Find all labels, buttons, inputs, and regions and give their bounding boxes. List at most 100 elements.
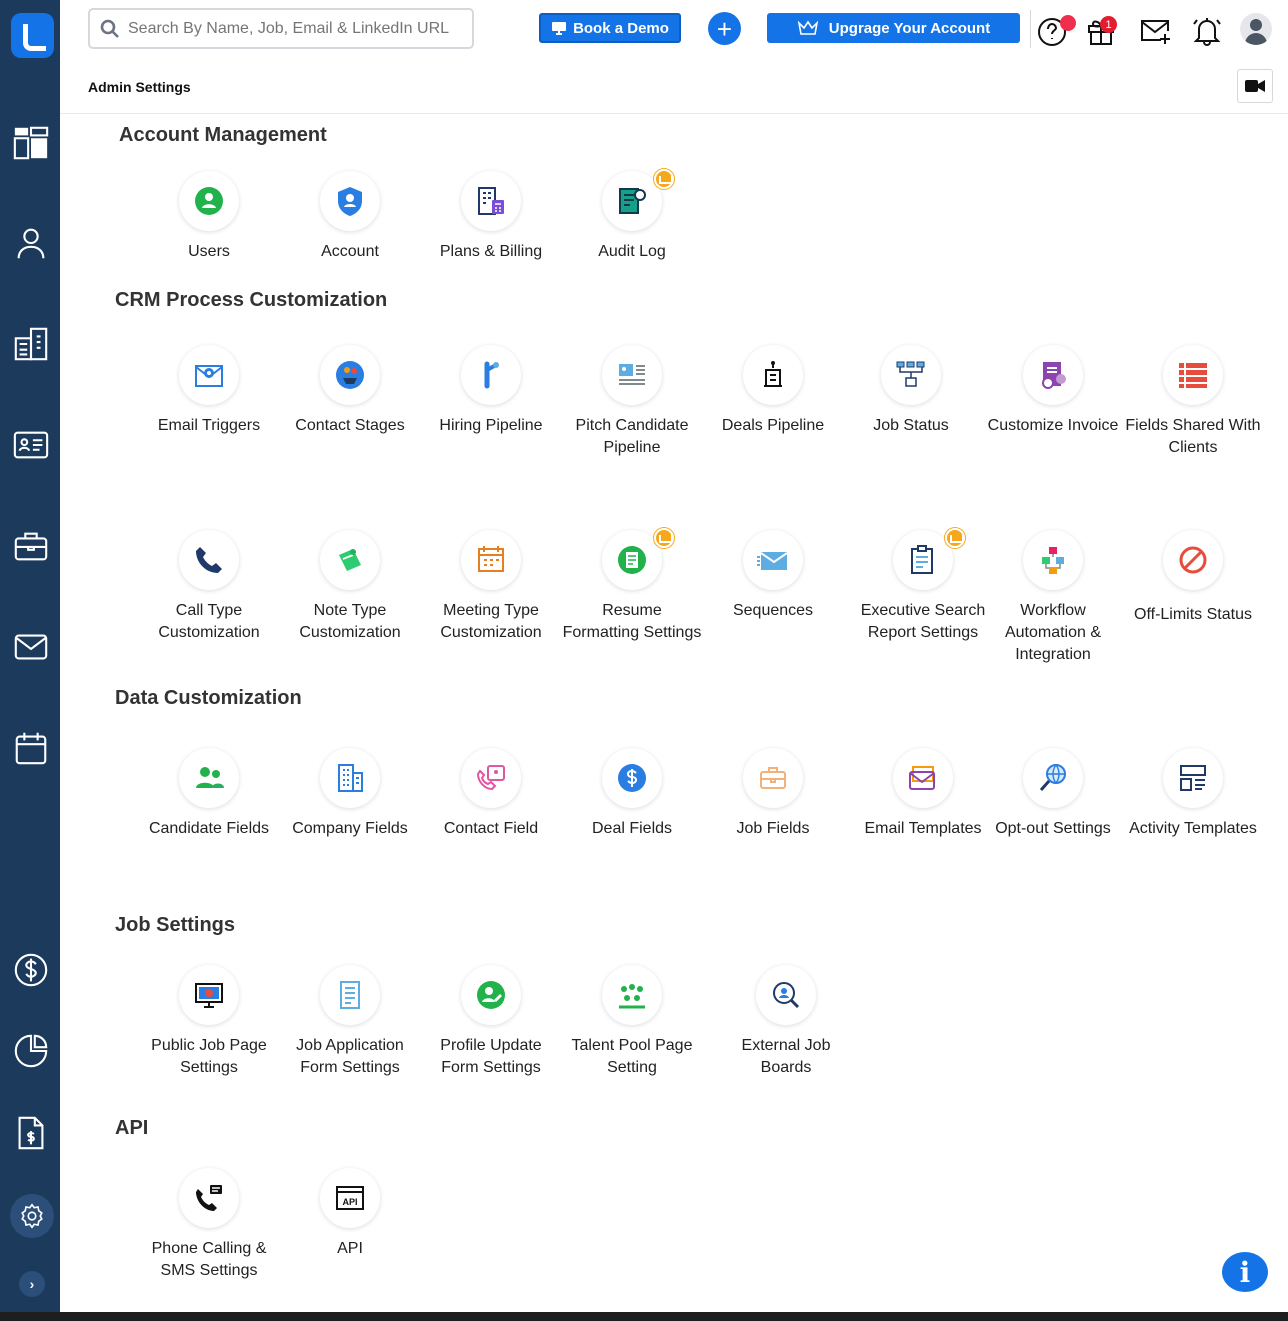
upgrade-label: Upgrage Your Account bbox=[828, 19, 991, 37]
tile-label: Phone Calling & SMS Settings bbox=[151, 1240, 267, 1279]
tile-pitch-candidate-pipeline[interactable]: Pitch Candidate Pipeline bbox=[562, 345, 702, 459]
tile-meeting-type-customization[interactable]: Meeting Type Customization bbox=[421, 530, 561, 644]
app-logo[interactable] bbox=[11, 13, 54, 58]
tile-label: Plans & Billing bbox=[439, 243, 543, 260]
tile-call-type-customization[interactable]: Call Type Customization bbox=[139, 530, 279, 644]
search-input[interactable] bbox=[128, 19, 458, 38]
tile-public-job-page-settings[interactable]: Public Job Page Settings bbox=[139, 965, 279, 1079]
compose-mail-icon[interactable] bbox=[1138, 13, 1172, 47]
contacts-icon[interactable] bbox=[10, 222, 52, 264]
tile-job-status[interactable]: Job Status bbox=[841, 345, 981, 437]
tile-label: Company Fields bbox=[292, 820, 408, 837]
tile-label: Email Triggers bbox=[157, 417, 261, 434]
sequence-mail-icon bbox=[757, 552, 788, 570]
video-button[interactable] bbox=[1237, 69, 1273, 103]
sequences-circle bbox=[743, 530, 803, 590]
presentation-icon bbox=[619, 364, 645, 385]
invoice-icon[interactable] bbox=[10, 1112, 52, 1154]
tile-sequences[interactable]: Sequences bbox=[703, 530, 843, 622]
tile-opt-out-settings[interactable]: Opt-out Settings bbox=[983, 748, 1123, 840]
tile-users[interactable]: Users bbox=[139, 171, 279, 263]
tile-fields-shared-with-clients[interactable]: Fields Shared With Clients bbox=[1123, 345, 1263, 459]
users-group-icon bbox=[196, 767, 224, 788]
tile-resume-formatting-settings[interactable]: Resume Formatting Settings bbox=[562, 528, 702, 644]
tile-label: Meeting Type Customization bbox=[440, 602, 542, 641]
tile-contact-stages[interactable]: Contact Stages bbox=[280, 345, 420, 437]
mail-icon[interactable] bbox=[10, 626, 52, 668]
tile-label: Audit Log bbox=[598, 243, 666, 260]
tile-label: External Job Boards bbox=[741, 1037, 831, 1076]
search-box[interactable] bbox=[88, 8, 474, 49]
tile-profile-update-form-settings[interactable]: Profile Update Form Settings bbox=[421, 965, 561, 1079]
tile-api[interactable]: API API bbox=[280, 1168, 420, 1260]
premium-crown-icon bbox=[654, 169, 674, 189]
email-triggers-circle bbox=[179, 345, 239, 405]
tile-phone-calling-sms-settings[interactable]: Phone Calling & SMS Settings bbox=[139, 1168, 279, 1282]
tile-email-templates[interactable]: Email Templates bbox=[853, 748, 993, 840]
tile-email-triggers[interactable]: Email Triggers bbox=[139, 345, 279, 437]
section-title-crm: CRM Process Customization bbox=[115, 289, 388, 311]
list-icon bbox=[1179, 363, 1207, 388]
topbar-divider bbox=[1030, 10, 1031, 48]
tile-external-job-boards[interactable]: External Job Boards bbox=[716, 965, 856, 1079]
tile-customize-invoice[interactable]: Customize Invoice bbox=[983, 345, 1123, 437]
tile-note-type-customization[interactable]: Note Type Customization bbox=[280, 530, 420, 644]
tile-contact-field[interactable]: Contact Field bbox=[421, 748, 561, 840]
section-title-data-customization: Data Customization bbox=[115, 687, 302, 709]
tile-plans-billing[interactable]: Plans & Billing bbox=[421, 171, 561, 263]
tile-activity-templates[interactable]: Activity Templates bbox=[1123, 748, 1263, 840]
candidates-icon[interactable] bbox=[10, 424, 52, 466]
email-gear-icon bbox=[195, 365, 223, 387]
tile-hiring-pipeline[interactable]: Hiring Pipeline bbox=[421, 345, 561, 437]
reports-icon[interactable] bbox=[10, 1030, 52, 1072]
shield-user-icon bbox=[338, 187, 362, 216]
pitch-pipeline-circle bbox=[602, 345, 662, 405]
meeting-type-circle bbox=[461, 530, 521, 590]
upgrade-button[interactable]: Upgrage Your Account bbox=[767, 13, 1020, 43]
settings-icon[interactable] bbox=[11, 1195, 53, 1237]
briefcase-icon bbox=[760, 767, 786, 789]
contact-stages-icon bbox=[336, 361, 364, 389]
tile-job-fields[interactable]: Job Fields bbox=[703, 748, 843, 840]
companies-icon[interactable] bbox=[10, 323, 52, 365]
jobs-icon[interactable] bbox=[10, 525, 52, 567]
tile-label: Opt-out Settings bbox=[995, 820, 1111, 837]
tile-off-limits-status[interactable]: Off-Limits Status bbox=[1123, 530, 1263, 626]
tile-deals-pipeline[interactable]: Deals Pipeline bbox=[703, 345, 843, 437]
tile-deal-fields[interactable]: Deal Fields bbox=[562, 748, 702, 840]
tile-label: Resume Formatting Settings bbox=[562, 602, 702, 641]
section-title-job-settings: Job Settings bbox=[115, 914, 236, 936]
add-button[interactable]: + bbox=[708, 12, 741, 45]
tile-job-application-form-settings[interactable]: Job Application Form Settings bbox=[280, 965, 420, 1079]
monitor-icon bbox=[552, 22, 567, 35]
tile-label: Job Status bbox=[873, 417, 949, 434]
bell-icon[interactable] bbox=[1190, 13, 1224, 47]
tile-label: Public Job Page Settings bbox=[151, 1037, 267, 1076]
tile-company-fields[interactable]: Company Fields bbox=[280, 748, 420, 840]
team-icon bbox=[619, 984, 645, 1009]
tile-talent-pool-page-setting[interactable]: Talent Pool Page Setting bbox=[562, 965, 702, 1079]
tile-label: Talent Pool Page Setting bbox=[571, 1037, 693, 1076]
tile-audit-log[interactable]: Audit Log bbox=[562, 169, 702, 263]
external-job-boards-circle bbox=[756, 965, 816, 1025]
report-clipboard-icon bbox=[911, 545, 933, 574]
calendar-icon[interactable] bbox=[10, 727, 52, 769]
phone-icon bbox=[196, 547, 222, 573]
user-avatar[interactable] bbox=[1240, 13, 1272, 45]
phone-message-icon bbox=[196, 1185, 222, 1211]
globe-search-icon bbox=[1039, 764, 1066, 791]
tile-executive-search-report-settings[interactable]: Executive Search Report Settings bbox=[853, 528, 993, 644]
book-demo-button[interactable]: Book a Demo bbox=[539, 13, 681, 43]
tile-account[interactable]: Account bbox=[280, 171, 420, 263]
dollar-icon[interactable] bbox=[10, 949, 52, 991]
job-status-circle bbox=[881, 345, 941, 405]
template-layout-icon bbox=[1180, 765, 1206, 791]
dashboard-icon[interactable] bbox=[10, 122, 52, 164]
chat-help-button[interactable]: i bbox=[1222, 1252, 1268, 1292]
tile-label: Sequences bbox=[732, 602, 814, 619]
sidebar-expand-button[interactable]: › bbox=[19, 1271, 45, 1297]
tile-workflow-automation[interactable]: Workflow Automation & Integration bbox=[983, 530, 1123, 666]
tile-candidate-fields[interactable]: Candidate Fields bbox=[139, 748, 279, 840]
audit-tile-circle bbox=[602, 169, 674, 231]
contact-field-circle bbox=[461, 748, 521, 808]
